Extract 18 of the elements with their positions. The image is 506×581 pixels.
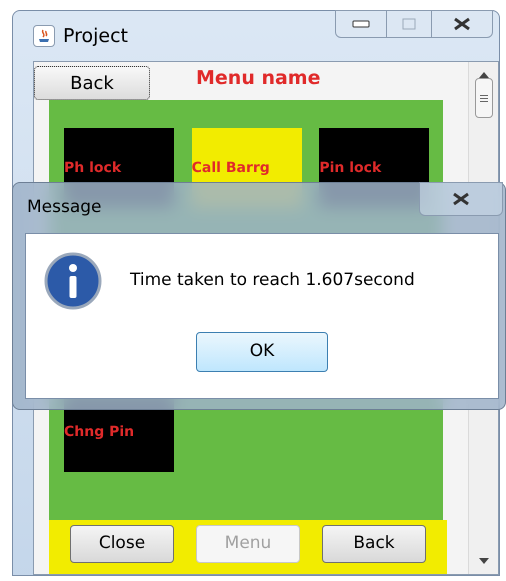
bar-button[interactable]: Back — [322, 525, 426, 563]
info-icon — [44, 252, 102, 310]
dialog-message: Time taken to reach 1.607second — [130, 269, 415, 292]
menu-name: Menu name — [196, 66, 320, 91]
back-button[interactable]: Back — [34, 66, 150, 100]
app-icon — [33, 25, 55, 47]
scroll-down-icon[interactable] — [478, 558, 488, 564]
close-button[interactable] — [431, 10, 493, 38]
ok-button[interactable]: OK — [196, 332, 328, 372]
scroll-thumb[interactable] — [474, 78, 492, 118]
minimize-button[interactable] — [335, 10, 387, 38]
close-button[interactable] — [419, 182, 503, 216]
window-title: Project — [63, 24, 128, 49]
close-icon — [451, 192, 471, 206]
bar-button[interactable]: Close — [70, 525, 174, 563]
maximize-icon — [402, 18, 416, 30]
close-icon — [452, 17, 472, 31]
minimize-icon — [352, 20, 370, 28]
